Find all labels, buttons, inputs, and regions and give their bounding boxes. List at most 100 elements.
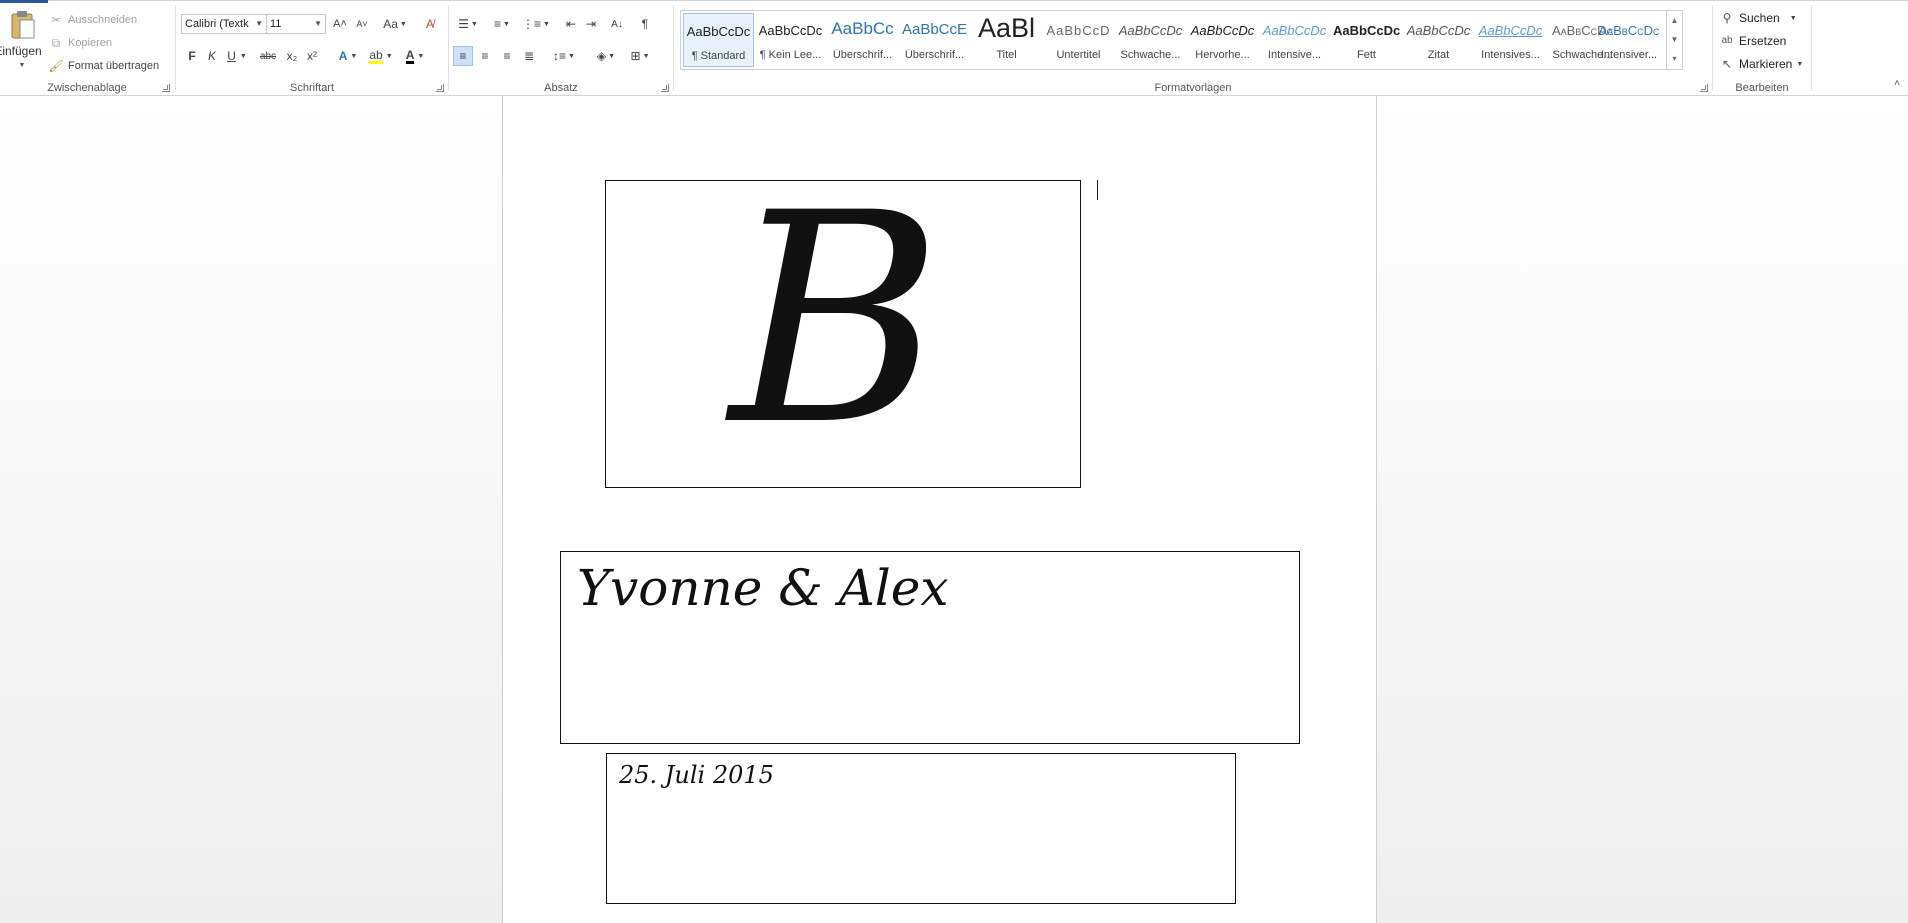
chevron-down-icon: ▼ bbox=[568, 52, 575, 60]
copy-label: Kopieren bbox=[68, 37, 113, 49]
pilcrow-icon: ¶ bbox=[641, 17, 649, 31]
font-group: Calibri (Textk ▼ 11 ▼ A˄ A˅ Aa ▼ A̸ F K U… bbox=[176, 4, 448, 96]
underline-button[interactable]: U ▼ bbox=[222, 46, 252, 66]
bold-button[interactable]: F bbox=[182, 46, 202, 66]
subscript-icon: x₂ bbox=[286, 49, 298, 63]
font-family-select[interactable]: Calibri (Textk ▼ bbox=[181, 14, 267, 34]
paint-bucket-icon: ◈ bbox=[596, 49, 607, 63]
font-dialog-launcher[interactable] bbox=[436, 84, 444, 92]
copy-button[interactable]: ⧉ Kopieren bbox=[48, 35, 112, 51]
select-label: Markieren bbox=[1739, 57, 1793, 71]
strikethrough-button[interactable]: abc bbox=[256, 46, 280, 66]
numbering-button[interactable]: ≡ ▼ bbox=[487, 14, 517, 34]
paragraph-group-label: Absatz bbox=[544, 82, 578, 94]
highlight-button[interactable]: ab ▼ bbox=[366, 46, 396, 66]
align-right-button[interactable]: ≡ bbox=[497, 46, 517, 66]
clear-formatting-icon: A̸ bbox=[425, 17, 434, 31]
paste-label: Einfügen bbox=[0, 44, 42, 58]
subscript-button[interactable]: x₂ bbox=[282, 46, 302, 66]
numbered-list-icon: ≡ bbox=[494, 17, 502, 31]
chevron-down-icon: ▼ bbox=[385, 52, 393, 60]
align-left-button[interactable]: ≡ bbox=[453, 46, 473, 66]
grow-font-icon: A˄ bbox=[333, 18, 347, 30]
chevron-down-icon: ▼ bbox=[608, 52, 616, 60]
cut-button[interactable]: ✂ Ausschneiden bbox=[48, 12, 137, 28]
find-button[interactable]: ⚲ Suchen ▼ bbox=[1719, 10, 1797, 26]
align-right-icon: ≡ bbox=[503, 49, 511, 63]
chevron-down-icon: ▼ bbox=[470, 20, 478, 28]
borders-icon: ⊞ bbox=[630, 49, 641, 63]
document-area: B Yvonne & Alex 25. Juli 2015 bbox=[0, 96, 1908, 923]
multilevel-list-button[interactable]: ⋮≡ ▼ bbox=[521, 14, 551, 34]
borders-button[interactable]: ⊞ ▼ bbox=[625, 46, 655, 66]
italic-button[interactable]: K bbox=[202, 46, 222, 66]
replace-icon: ab bbox=[1721, 35, 1733, 46]
sort-button[interactable]: A↓ bbox=[607, 14, 627, 34]
superscript-button[interactable]: x² bbox=[302, 46, 322, 66]
clear-formatting-button[interactable]: A̸ bbox=[420, 14, 440, 34]
align-center-button[interactable]: ≡ bbox=[475, 46, 495, 66]
font-size-select[interactable]: 11 ▼ bbox=[266, 14, 326, 34]
font-group-label: Schriftart bbox=[289, 82, 334, 94]
active-tab-indicator bbox=[0, 0, 48, 3]
chevron-down-icon: ▼ bbox=[543, 20, 550, 28]
select-button[interactable]: ↖ Markieren ▼ bbox=[1719, 56, 1803, 72]
chevron-down-icon: ▼ bbox=[350, 52, 358, 60]
monogram-letter: B bbox=[729, 152, 943, 489]
ribbon-top-border bbox=[0, 0, 1908, 1]
scissors-icon: ✂ bbox=[50, 13, 62, 27]
paragraph-dialog-launcher[interactable] bbox=[661, 84, 669, 92]
shrink-font-button[interactable]: A˅ bbox=[352, 14, 372, 34]
styles-group: Formatvorlagen bbox=[674, 4, 1712, 96]
date-text: 25. Juli 2015 bbox=[619, 761, 774, 789]
paragraph-group: ☰ ▼ ≡ ▼ ⋮≡ ▼ ⇤ ⇥ A↓ ¶ ≡ ≡ ≡ ≣ ↕≡ ▼ ◈ ▼ ⊞ ▼ Abs… bbox=[449, 4, 673, 96]
align-left-icon: ≡ bbox=[459, 49, 467, 63]
replace-button[interactable]: ab Ersetzen bbox=[1719, 33, 1786, 49]
chevron-down-icon: ▼ bbox=[417, 52, 425, 60]
separator bbox=[1811, 6, 1812, 90]
decrease-indent-button[interactable]: ⇤ bbox=[561, 14, 581, 34]
styles-group-label: Formatvorlagen bbox=[1154, 82, 1232, 94]
chevron-down-icon: ▼ bbox=[1796, 60, 1804, 68]
text-effects-icon: A bbox=[338, 49, 348, 63]
names-frame[interactable]: Yvonne & Alex bbox=[560, 551, 1300, 744]
bold-icon: F bbox=[188, 49, 196, 63]
text-effects-button[interactable]: A ▼ bbox=[334, 46, 362, 66]
paste-button[interactable]: Einfügen ▼ bbox=[0, 10, 44, 76]
chevron-down-icon: ▼ bbox=[1789, 14, 1797, 22]
font-family-value: Calibri (Textk bbox=[185, 18, 249, 30]
change-case-icon: Aa bbox=[383, 17, 398, 31]
multilevel-list-icon: ⋮≡ bbox=[522, 17, 542, 31]
paste-dropdown-icon[interactable]: ▼ bbox=[19, 62, 26, 69]
date-frame[interactable]: 25. Juli 2015 bbox=[606, 753, 1236, 904]
chevron-down-icon: ▼ bbox=[255, 19, 263, 28]
bullets-button[interactable]: ☰ ▼ bbox=[453, 14, 483, 34]
strikethrough-icon: abc bbox=[259, 50, 277, 62]
shading-button[interactable]: ◈ ▼ bbox=[591, 46, 621, 66]
editing-group-label: Bearbeiten bbox=[1735, 82, 1789, 94]
collapse-ribbon-icon[interactable]: ˄ bbox=[1894, 78, 1900, 89]
font-color-icon: A bbox=[405, 47, 415, 64]
line-spacing-icon: ↕≡ bbox=[553, 49, 567, 63]
font-color-button[interactable]: A ▼ bbox=[400, 46, 430, 66]
chevron-down-icon: ▼ bbox=[239, 52, 247, 60]
chevron-down-icon: ▼ bbox=[503, 20, 510, 28]
document-page[interactable]: B Yvonne & Alex 25. Juli 2015 bbox=[502, 96, 1377, 923]
grow-font-button[interactable]: A˄ bbox=[330, 14, 350, 34]
format-painter-button[interactable]: 🖌 Format übertragen bbox=[48, 58, 159, 74]
change-case-button[interactable]: Aa ▼ bbox=[380, 14, 410, 34]
clipboard-dialog-launcher[interactable] bbox=[162, 84, 170, 92]
increase-indent-button[interactable]: ⇥ bbox=[581, 14, 601, 34]
styles-dialog-launcher[interactable] bbox=[1700, 84, 1708, 92]
ribbon: Einfügen ▼ ✂ Ausschneiden ⧉ Kopieren 🖌 F… bbox=[0, 0, 1908, 96]
cut-label: Ausschneiden bbox=[68, 14, 138, 26]
font-size-value: 11 bbox=[270, 18, 282, 30]
justify-button[interactable]: ≣ bbox=[519, 46, 539, 66]
justify-icon: ≣ bbox=[523, 49, 535, 63]
highlighter-icon: ab bbox=[369, 47, 383, 64]
chevron-down-icon: ▼ bbox=[399, 20, 407, 28]
line-spacing-button[interactable]: ↕≡ ▼ bbox=[549, 46, 579, 66]
show-marks-button[interactable]: ¶ bbox=[635, 14, 655, 34]
monogram-frame[interactable]: B bbox=[605, 152, 1081, 489]
shrink-font-icon: A˅ bbox=[356, 19, 368, 29]
